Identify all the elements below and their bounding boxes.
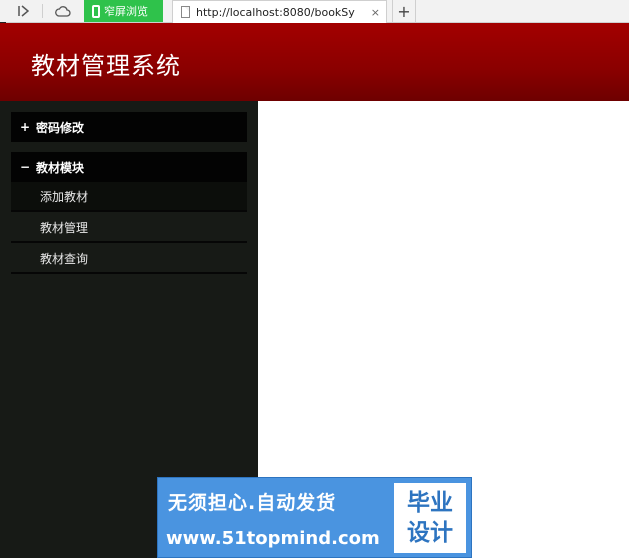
section-label: 教材模块 xyxy=(36,160,85,175)
browser-toolbar: 窄屏浏览 http://localhost:8080/bookSy × + xyxy=(0,0,629,23)
badge-line1: 毕业 xyxy=(407,490,453,516)
badge-line2: 设计 xyxy=(407,520,453,546)
new-tab-button[interactable]: + xyxy=(392,0,416,22)
watermark-slogan: 无须担心.自动发货 xyxy=(168,492,337,514)
cloud-icon[interactable] xyxy=(52,0,74,22)
tab-url: http://localhost:8080/bookSy xyxy=(196,5,355,19)
sidebar-item-label: 教材查询 xyxy=(40,251,89,266)
narrow-mode-label: 窄屏浏览 xyxy=(104,5,148,18)
watermark-banner: 无须担心.自动发货 www.51topmind.com 毕业 设计 xyxy=(157,477,472,558)
sidebar-section-password[interactable]: + 密码修改 xyxy=(11,112,247,142)
sidebar-item-add-textbook[interactable]: 添加教材 xyxy=(11,182,247,212)
tab-close-icon[interactable]: × xyxy=(371,6,386,19)
sidebar-item-label: 教材管理 xyxy=(40,220,89,235)
section-label: 密码修改 xyxy=(36,120,85,135)
sidebar-item-label: 添加教材 xyxy=(40,189,89,204)
browser-tab[interactable]: http://localhost:8080/bookSy × xyxy=(172,0,387,23)
watermark-url: www.51topmind.com xyxy=(166,528,380,549)
page-icon xyxy=(181,6,190,18)
sidebar-toggle-icon[interactable] xyxy=(12,0,34,22)
sidebar-section-textbook[interactable]: − 教材模块 xyxy=(11,152,247,182)
sidebar-item-query-textbook[interactable]: 教材查询 xyxy=(11,244,247,274)
watermark-badge: 毕业 设计 xyxy=(394,483,466,553)
narrow-mode-tab[interactable]: 窄屏浏览 xyxy=(84,0,163,22)
collapse-icon: − xyxy=(20,160,31,174)
sidebar-item-manage-textbook[interactable]: 教材管理 xyxy=(11,213,247,243)
expand-icon: + xyxy=(20,120,31,134)
app-header: 教材管理系统 xyxy=(0,23,629,101)
phone-icon xyxy=(92,4,100,18)
app-title: 教材管理系统 xyxy=(31,52,181,80)
